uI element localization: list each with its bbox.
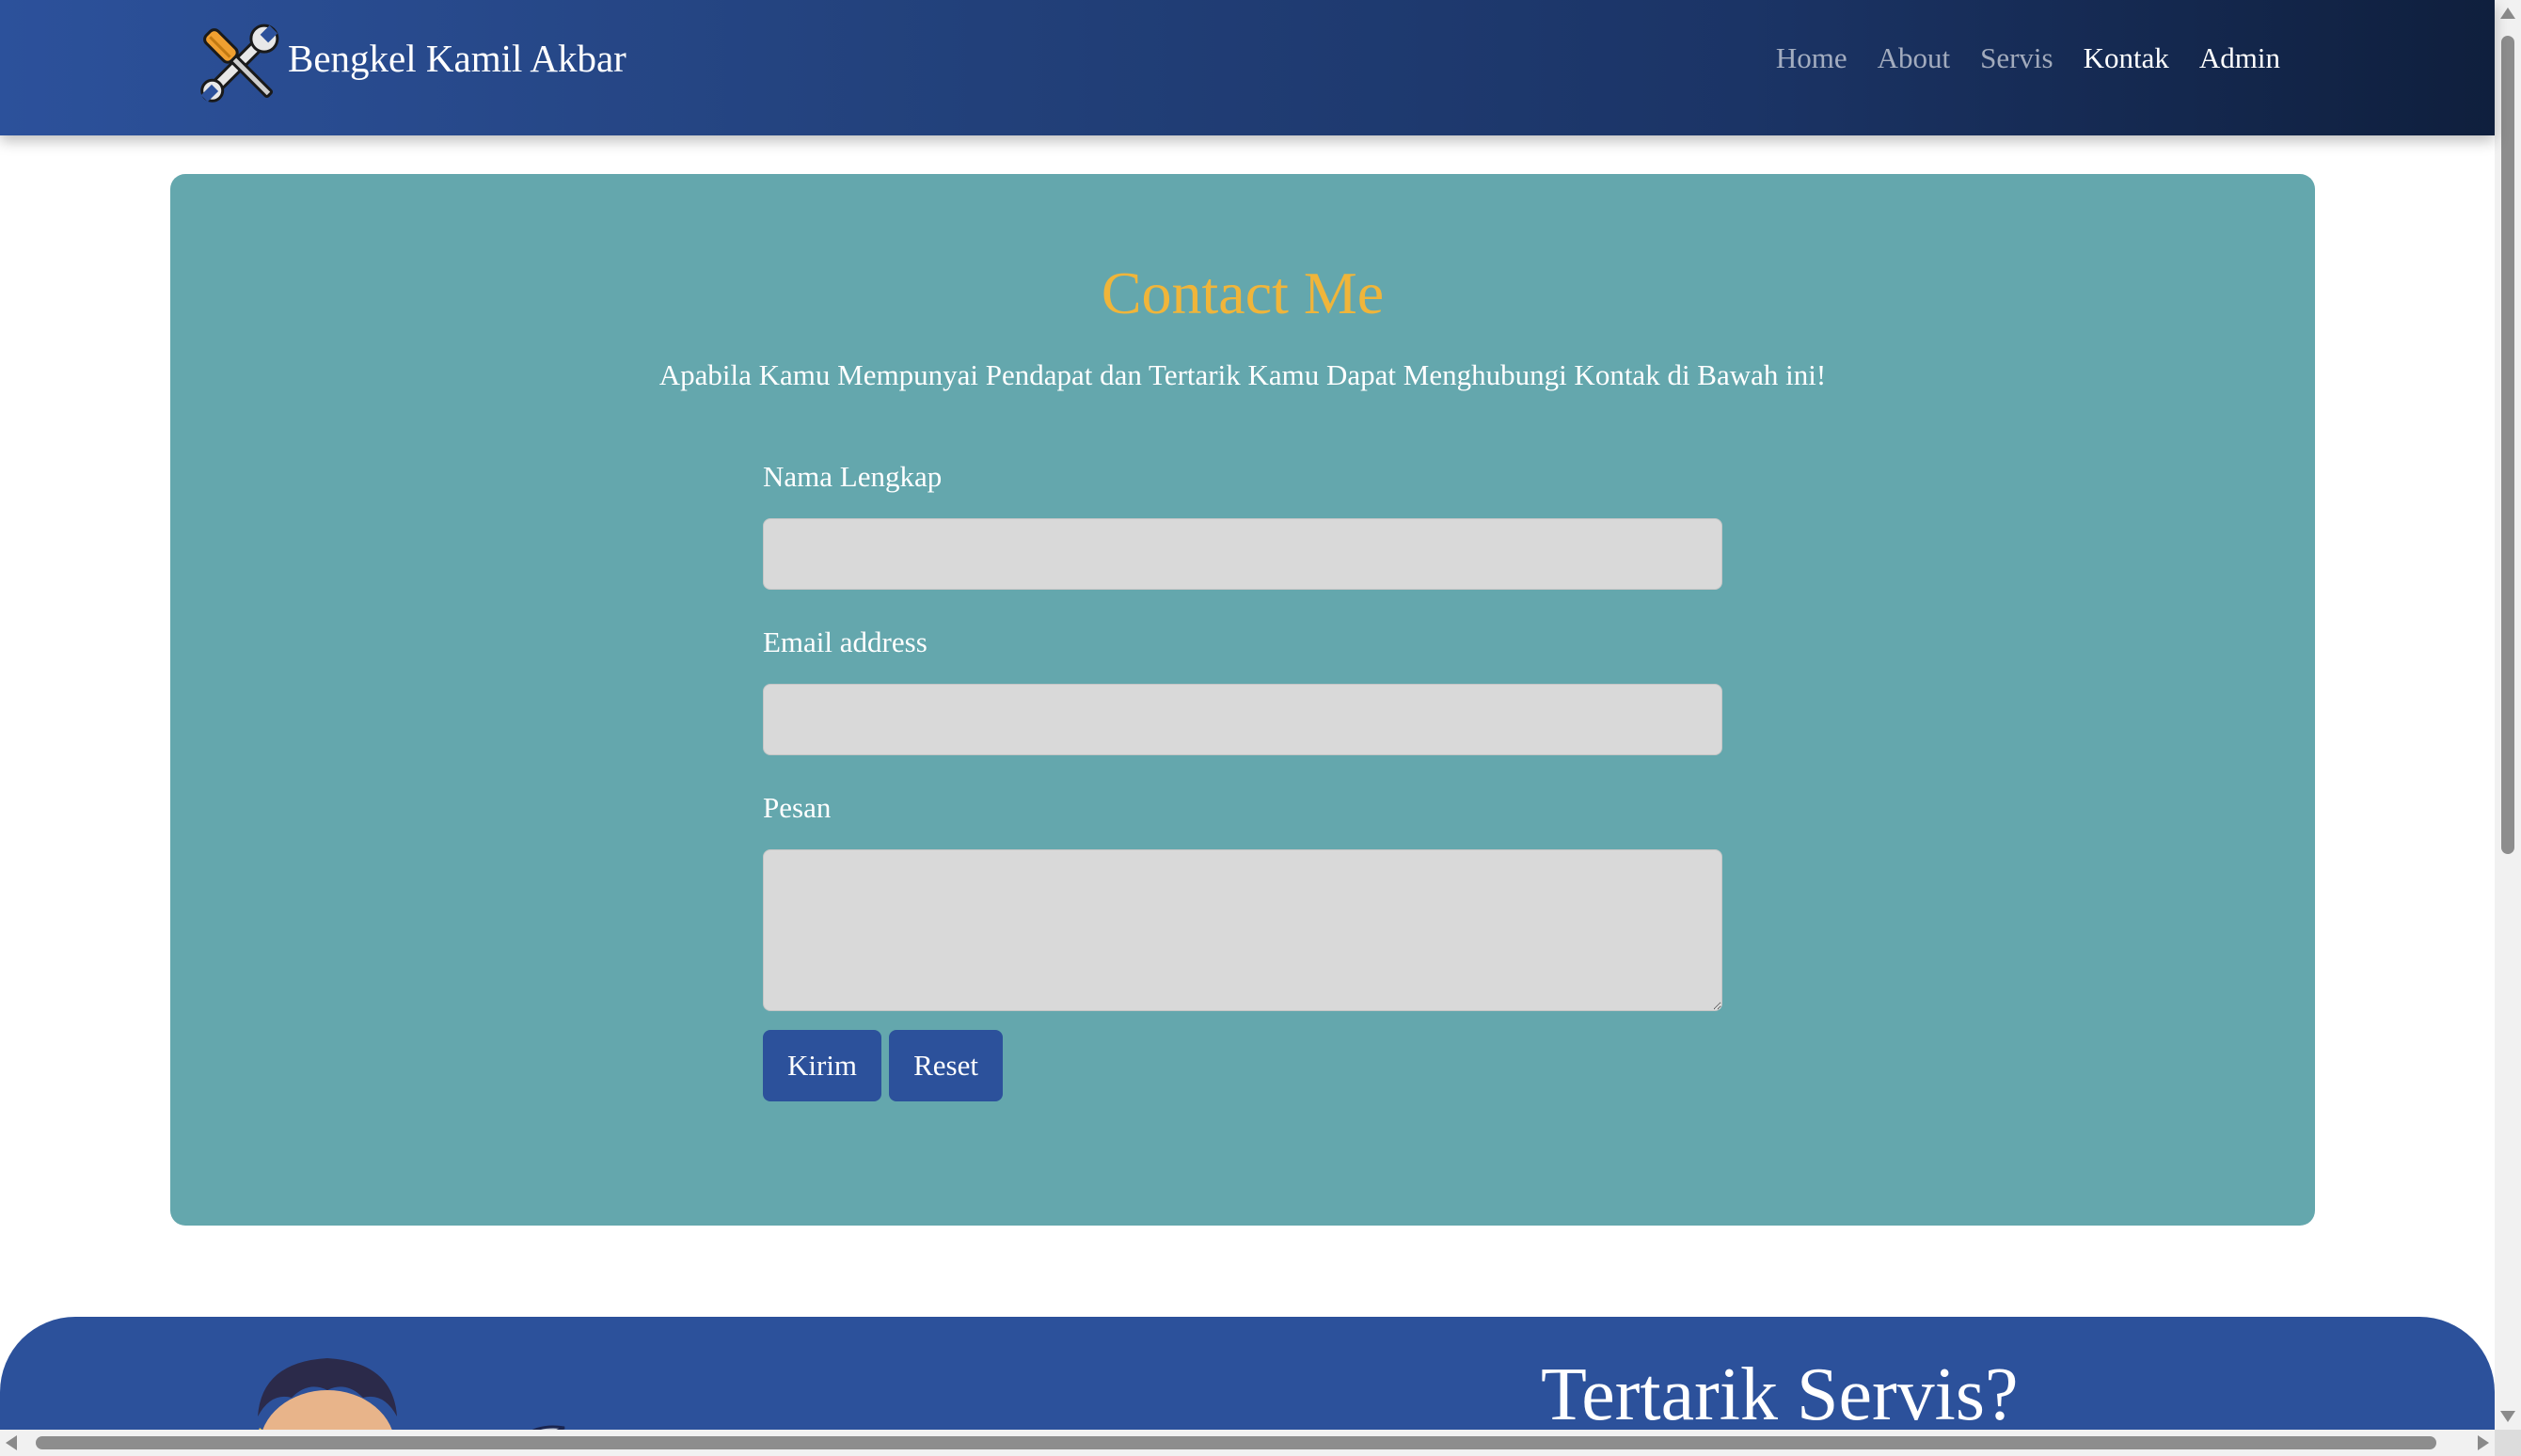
contact-card: Contact Me Apabila Kamu Mempunyai Pendap… (170, 174, 2315, 1226)
form-buttons: Kirim Reset (763, 1030, 1722, 1101)
wrench-screwdriver-icon (200, 24, 279, 103)
email-input[interactable] (763, 684, 1722, 755)
horizontal-scrollbar[interactable] (0, 1430, 2495, 1456)
nav-item-home[interactable]: Home (1776, 41, 1847, 75)
contact-subtitle: Apabila Kamu Mempunyai Pendapat dan Tert… (658, 358, 1827, 391)
page: Bengkel Kamil Akbar Home About Servis Ko… (0, 0, 2521, 1456)
email-label: Email address (763, 625, 928, 658)
navbar: Bengkel Kamil Akbar Home About Servis Ko… (0, 0, 2495, 135)
reset-button[interactable]: Reset (889, 1030, 1003, 1101)
scrollbar-corner (2495, 1430, 2521, 1456)
brand-link[interactable]: Bengkel Kamil Akbar (190, 15, 626, 113)
horizontal-scroll-thumb[interactable] (36, 1436, 2436, 1449)
contact-form: Nama Lengkap Email address Pesan Kirim R… (763, 460, 1722, 1101)
nav-item-servis[interactable]: Servis (1980, 41, 2053, 75)
name-label: Nama Lengkap (763, 460, 943, 493)
scroll-down-arrow-icon[interactable] (2500, 1411, 2515, 1422)
scroll-right-arrow-icon[interactable] (2478, 1435, 2489, 1450)
brand-name: Bengkel Kamil Akbar (288, 37, 626, 80)
message-group: Pesan (763, 791, 1722, 1011)
name-input[interactable] (763, 518, 1722, 590)
vertical-scrollbar[interactable] (2495, 0, 2521, 1430)
contact-title-wrap: Contact Me (170, 263, 2315, 324)
main-nav: Home About Servis Kontak Admin (1776, 41, 2280, 75)
email-group: Email address (763, 625, 1722, 755)
nav-item-admin[interactable]: Admin (2199, 41, 2280, 75)
scroll-left-arrow-icon[interactable] (6, 1435, 17, 1450)
nav-item-about[interactable]: About (1878, 41, 1951, 75)
name-group: Nama Lengkap (763, 460, 1722, 590)
vertical-scroll-thumb[interactable] (2501, 36, 2514, 854)
nav-item-kontak[interactable]: Kontak (2084, 41, 2169, 75)
scroll-up-arrow-icon[interactable] (2500, 8, 2515, 19)
submit-button[interactable]: Kirim (763, 1030, 882, 1101)
banner-title: Tertarik Servis? (1541, 1353, 2019, 1436)
message-textarea[interactable] (763, 849, 1722, 1011)
contact-title: Contact Me (1101, 260, 1385, 326)
message-label: Pesan (763, 791, 832, 824)
